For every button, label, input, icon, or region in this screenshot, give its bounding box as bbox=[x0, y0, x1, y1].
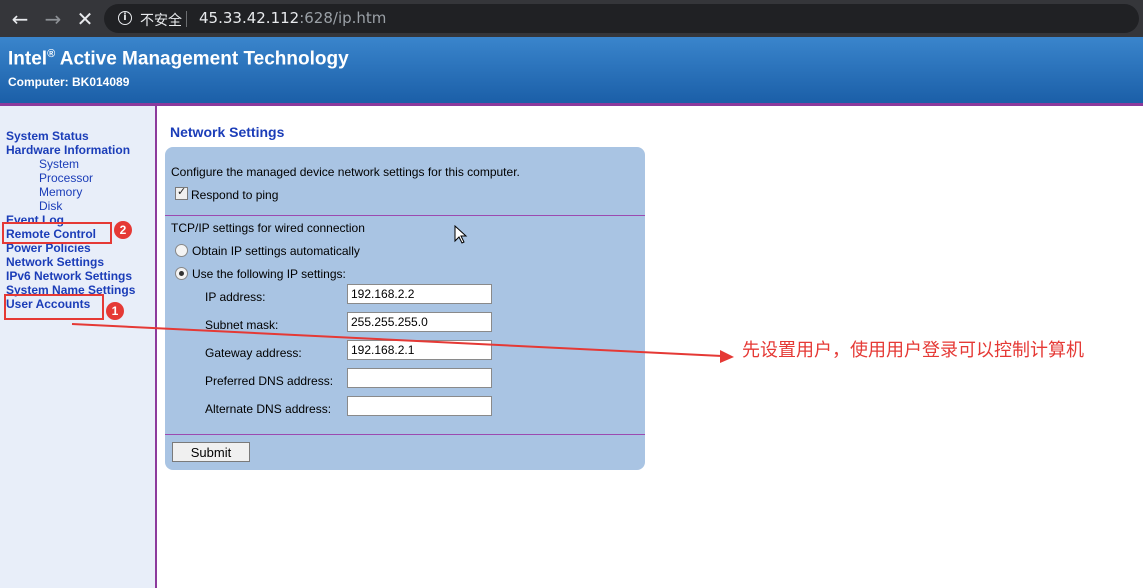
annotation-arrow-head bbox=[720, 350, 734, 363]
annotation-arrow-line bbox=[71, 323, 723, 357]
annotation-arrow bbox=[71, 323, 734, 363]
annotation-note: 先设置用户，使用用户登录可以控制计算机 bbox=[742, 340, 1084, 361]
